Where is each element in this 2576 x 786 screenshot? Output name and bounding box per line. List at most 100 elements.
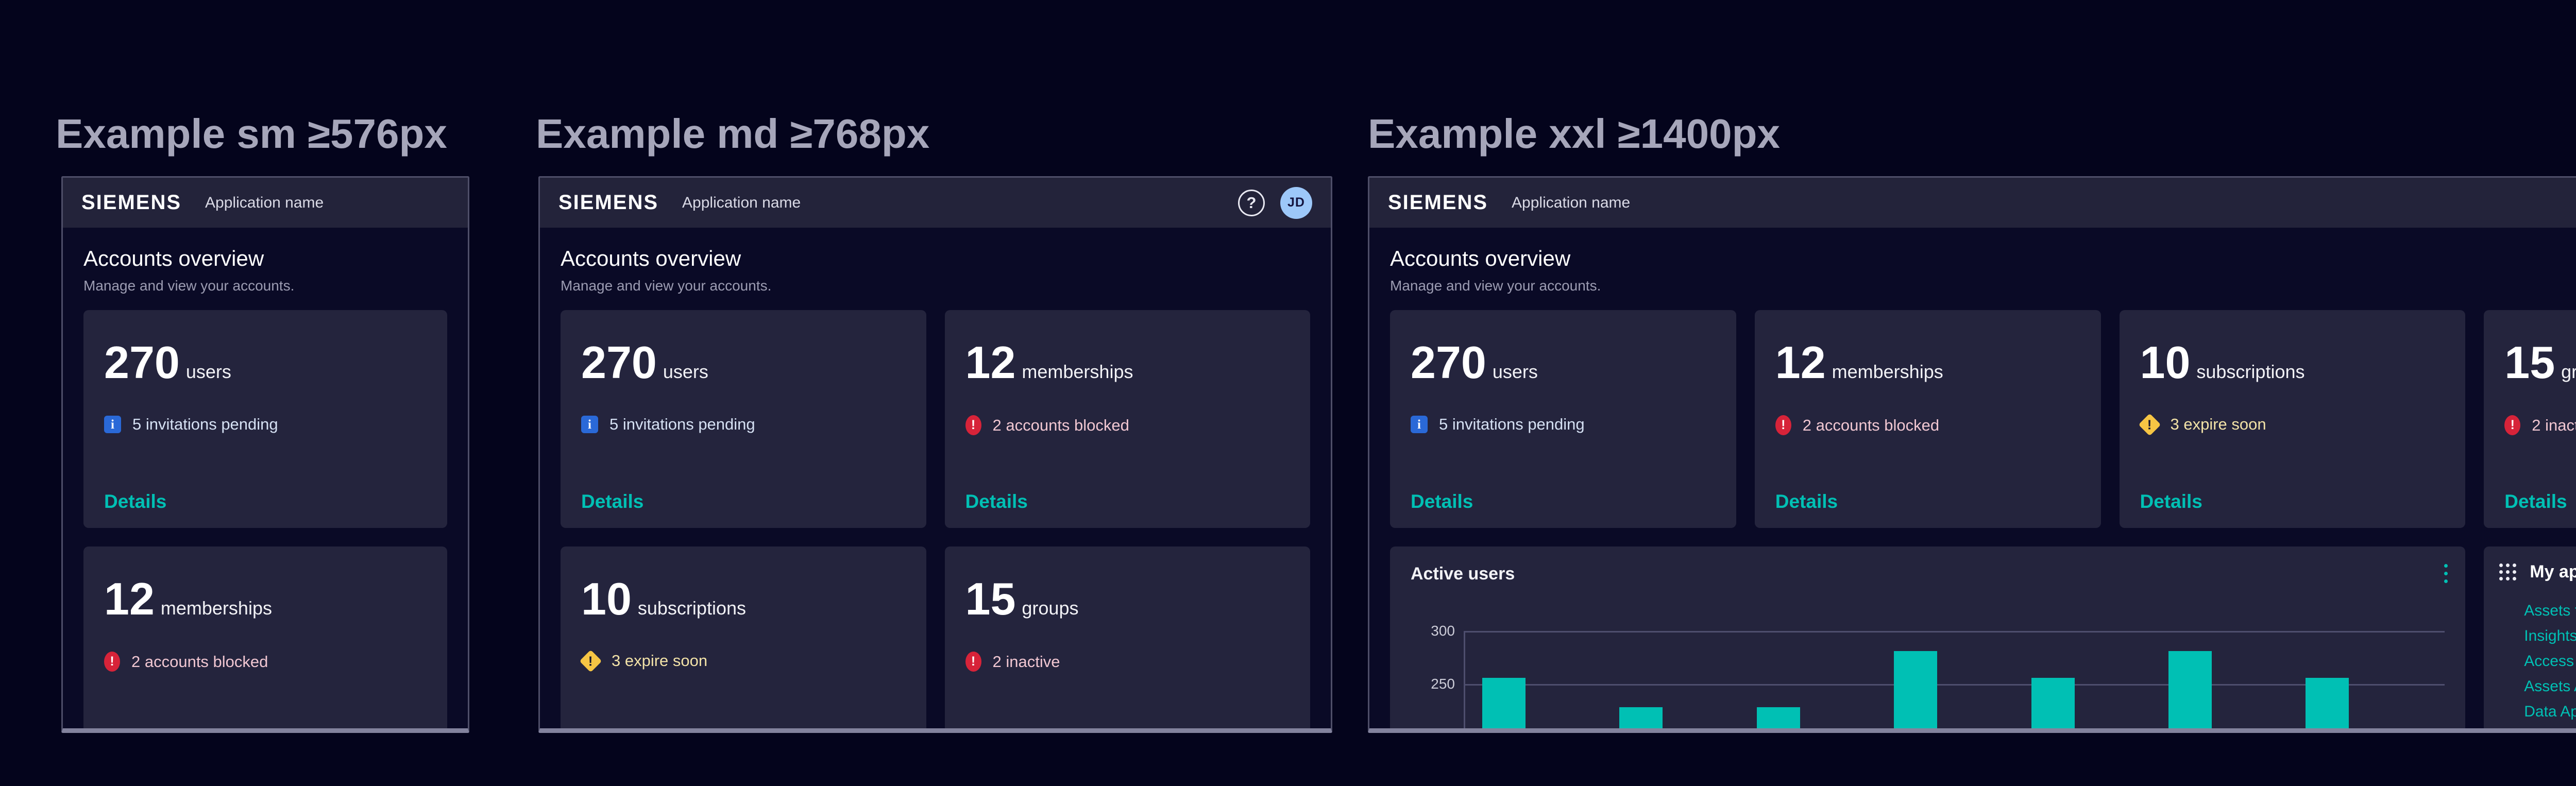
status-text: 2 accounts blocked: [131, 653, 268, 671]
status-row: ! 2 accounts blocked: [965, 415, 1290, 435]
stat-card-memberships: 12 memberships ! 2 accounts blocked Deta…: [83, 546, 447, 733]
alarm-glyph: !: [971, 655, 975, 668]
panel-body: Accounts overview Manage and view your a…: [63, 228, 468, 733]
list-item: Assets flow›: [2524, 603, 2576, 619]
details-link[interactable]: Details: [581, 491, 643, 512]
stat-value: 12: [1775, 340, 1826, 385]
info-glyph: i: [588, 418, 591, 431]
breakpoint-heading-sm: Example sm ≥576px: [56, 110, 447, 158]
app-link[interactable]: Access key›: [2524, 653, 2576, 669]
app-name: Application name: [205, 194, 324, 212]
status-row: i 5 invitations pending: [581, 415, 906, 434]
stat-card-memberships: 12 memberships ! 2 accounts blocked Deta…: [1755, 310, 2101, 528]
details-link[interactable]: Details: [965, 491, 1028, 512]
page: { "page": { "headings": ["Example sm ≥57…: [0, 0, 2576, 786]
stat-label: users: [663, 361, 708, 383]
stat-label: subscriptions: [638, 597, 746, 619]
breakpoint-heading-md: Example md ≥768px: [536, 110, 929, 158]
stat-value-row: 270 users: [1411, 340, 1716, 385]
status-text: 2 accounts blocked: [1803, 416, 1939, 435]
alarm-icon: !: [1775, 415, 1791, 435]
stat-label: subscriptions: [2196, 361, 2304, 383]
stat-value-row: 10 subscriptions: [2140, 340, 2445, 385]
status-text: 5 invitations pending: [609, 415, 755, 434]
siemens-logo: SIEMENS: [558, 191, 658, 214]
my-apps-title: My apps: [2530, 562, 2576, 582]
stat-label: users: [186, 361, 231, 383]
details-link[interactable]: Details: [104, 727, 166, 733]
app-link-label: Data App: [2524, 704, 2576, 720]
details-link[interactable]: Details: [1411, 491, 1473, 512]
app-link[interactable]: Assets App›: [2524, 678, 2576, 694]
app-link[interactable]: Assets flow›: [2524, 603, 2576, 619]
warning-glyph: !: [588, 654, 593, 668]
stat-label: groups: [2561, 361, 2576, 383]
app-header: SIEMENS Application name: [63, 178, 468, 228]
details-link[interactable]: Details: [2140, 491, 2202, 512]
stat-card-subscriptions: 10 subscriptions ! 3 expire soon Details: [561, 546, 926, 733]
stat-card-groups: 15 groups ! 2 inactive Details: [945, 546, 1311, 733]
stat-value-row: 15 groups: [2504, 340, 2576, 385]
status-row: i 5 invitations pending: [1411, 415, 1716, 434]
info-glyph: i: [111, 418, 114, 431]
stat-label: memberships: [1022, 361, 1133, 383]
breakpoint-heading-xxl: Example xxl ≥1400px: [1368, 110, 1780, 158]
status-row: ! 2 accounts blocked: [1775, 415, 2080, 435]
alarm-icon: !: [2504, 415, 2520, 435]
bar-chart: 300 250: [1390, 546, 2465, 733]
bar: [2306, 678, 2349, 733]
stat-card-users: 270 users i 5 invitations pending Detail…: [561, 310, 926, 528]
status-text: 5 invitations pending: [132, 415, 278, 434]
stat-value: 270: [1411, 340, 1486, 385]
stat-value-row: 10 subscriptions: [581, 576, 906, 622]
avatar[interactable]: JD: [1280, 187, 1312, 219]
details-link[interactable]: Details: [581, 727, 643, 733]
status-text: 3 expire soon: [2171, 415, 2266, 434]
stat-label: users: [1493, 361, 1538, 383]
details-link[interactable]: Details: [104, 491, 166, 512]
status-row: i 5 invitations pending: [104, 415, 427, 434]
stats-grid: 270 users i 5 invitations pending Detail…: [83, 310, 447, 733]
app-link[interactable]: Data App›: [2524, 704, 2576, 720]
y-axis: [1464, 631, 1465, 733]
my-apps-card: My apps Assets flow› Insights› Access ke…: [2484, 546, 2576, 733]
my-apps-header: My apps: [2499, 562, 2576, 582]
details-link[interactable]: Details: [965, 727, 1028, 733]
gridline: [1464, 631, 2445, 633]
alarm-icon: !: [965, 415, 981, 435]
bar: [2031, 678, 2075, 733]
help-button[interactable]: ?: [1238, 190, 1265, 216]
stat-value-row: 12 memberships: [1775, 340, 2080, 385]
info-icon: i: [1411, 416, 1428, 433]
stat-card-users: 270 users i 5 invitations pending Detail…: [83, 310, 447, 528]
gridline: [1464, 684, 2445, 686]
dashboard-grid: 270 users i 5 invitations pending Detail…: [1390, 310, 2576, 733]
stat-value: 270: [104, 340, 180, 385]
status-text: 2 accounts blocked: [993, 416, 1129, 435]
status-text: 3 expire soon: [612, 652, 707, 670]
page-title: Accounts overview: [561, 246, 1310, 271]
app-header: SIEMENS Application name ? JD: [1369, 178, 2576, 228]
alarm-glyph: !: [1781, 419, 1785, 432]
details-link[interactable]: Details: [1775, 491, 1838, 512]
app-name: Application name: [682, 194, 801, 212]
stat-value-row: 12 memberships: [965, 340, 1290, 385]
alarm-glyph: !: [2511, 419, 2515, 432]
list-item: Data App›: [2524, 704, 2576, 720]
warning-icon: !: [580, 650, 602, 672]
app-link[interactable]: Insights›: [2524, 628, 2576, 644]
breakpoint-panel-xxl: SIEMENS Application name ? JD Accounts o…: [1368, 176, 2576, 733]
stat-label: groups: [1022, 597, 1078, 619]
y-tick-label: 300: [1390, 624, 1455, 638]
stat-card-groups: 15 groups ! 2 inactive Details: [2484, 310, 2576, 528]
status-text: 5 invitations pending: [1439, 415, 1585, 434]
status-row: ! 2 inactive: [2504, 415, 2576, 435]
panel-body: Accounts overview Manage and view your a…: [1369, 228, 2576, 733]
details-link[interactable]: Details: [2504, 491, 2567, 512]
status-row: ! 3 expire soon: [581, 652, 906, 670]
stat-value: 12: [965, 340, 1016, 385]
status-row: ! 3 expire soon: [2140, 415, 2445, 434]
breakpoint-panel-md: SIEMENS Application name ? JD Accounts o…: [538, 176, 1332, 733]
app-name: Application name: [1512, 194, 1630, 212]
alarm-glyph: !: [110, 655, 114, 668]
